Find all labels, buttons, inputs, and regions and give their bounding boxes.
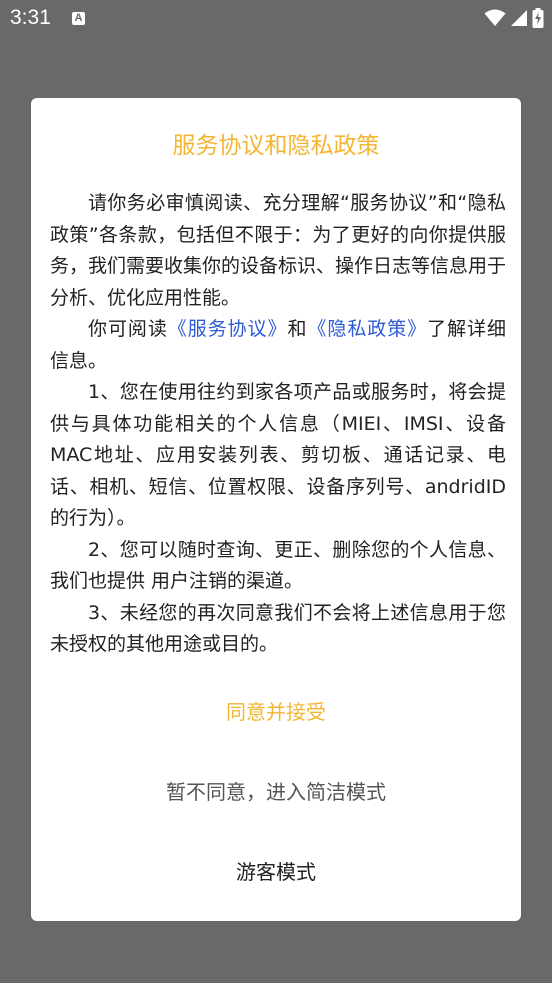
battery-charging-icon bbox=[532, 8, 544, 28]
paragraph-item-2: 2、您可以随时查询、更正、删除您的个人信息、我们也提供 用户注销的渠道。 bbox=[50, 538, 506, 593]
service-agreement-link[interactable]: 《服务协议》 bbox=[168, 318, 288, 340]
disagree-simple-mode-button[interactable]: 暂不同意，进入简洁模式 bbox=[31, 776, 521, 805]
agree-button[interactable]: 同意并接受 bbox=[31, 696, 521, 725]
wifi-icon bbox=[484, 9, 506, 26]
paragraph-item-3: 3、未经您的再次同意我们不会将上述信息用于您未授权的其他用途或目的。 bbox=[50, 601, 506, 656]
dialog-title: 服务协议和隐私政策 bbox=[172, 133, 380, 159]
status-time: 3:31 bbox=[10, 6, 51, 29]
privacy-policy-link[interactable]: 《隐私政策》 bbox=[307, 318, 427, 340]
a-text-icon: A bbox=[72, 12, 85, 25]
paragraph-item-1: 1、您在使用往约到家各项产品或服务时，将会提供与具体功能相关的个人信息（MIEI… bbox=[50, 381, 506, 529]
privacy-dialog: 服务协议和隐私政策 请你务必审慎阅读、充分理解“服务协议”和“隐私政策”各条款，… bbox=[31, 98, 521, 921]
links-middle: 和 bbox=[287, 318, 308, 340]
status-icons bbox=[484, 7, 544, 29]
paragraph-intro: 请你务必审慎阅读、充分理解“服务协议”和“隐私政策”各条款，包括但不限于：为了更… bbox=[50, 192, 507, 309]
status-bar: 3:31 A bbox=[0, 0, 552, 36]
paragraph-links: 你可阅读《服务协议》和《隐私政策》了解详细信息。 bbox=[50, 314, 506, 377]
dialog-body: 请你务必审慎阅读、充分理解“服务协议”和“隐私政策”各条款，包括但不限于：为了更… bbox=[50, 188, 506, 661]
guest-mode-button[interactable]: 游客模式 bbox=[31, 856, 521, 885]
links-prefix: 你可阅读 bbox=[88, 318, 168, 340]
cell-signal-icon bbox=[511, 10, 527, 26]
